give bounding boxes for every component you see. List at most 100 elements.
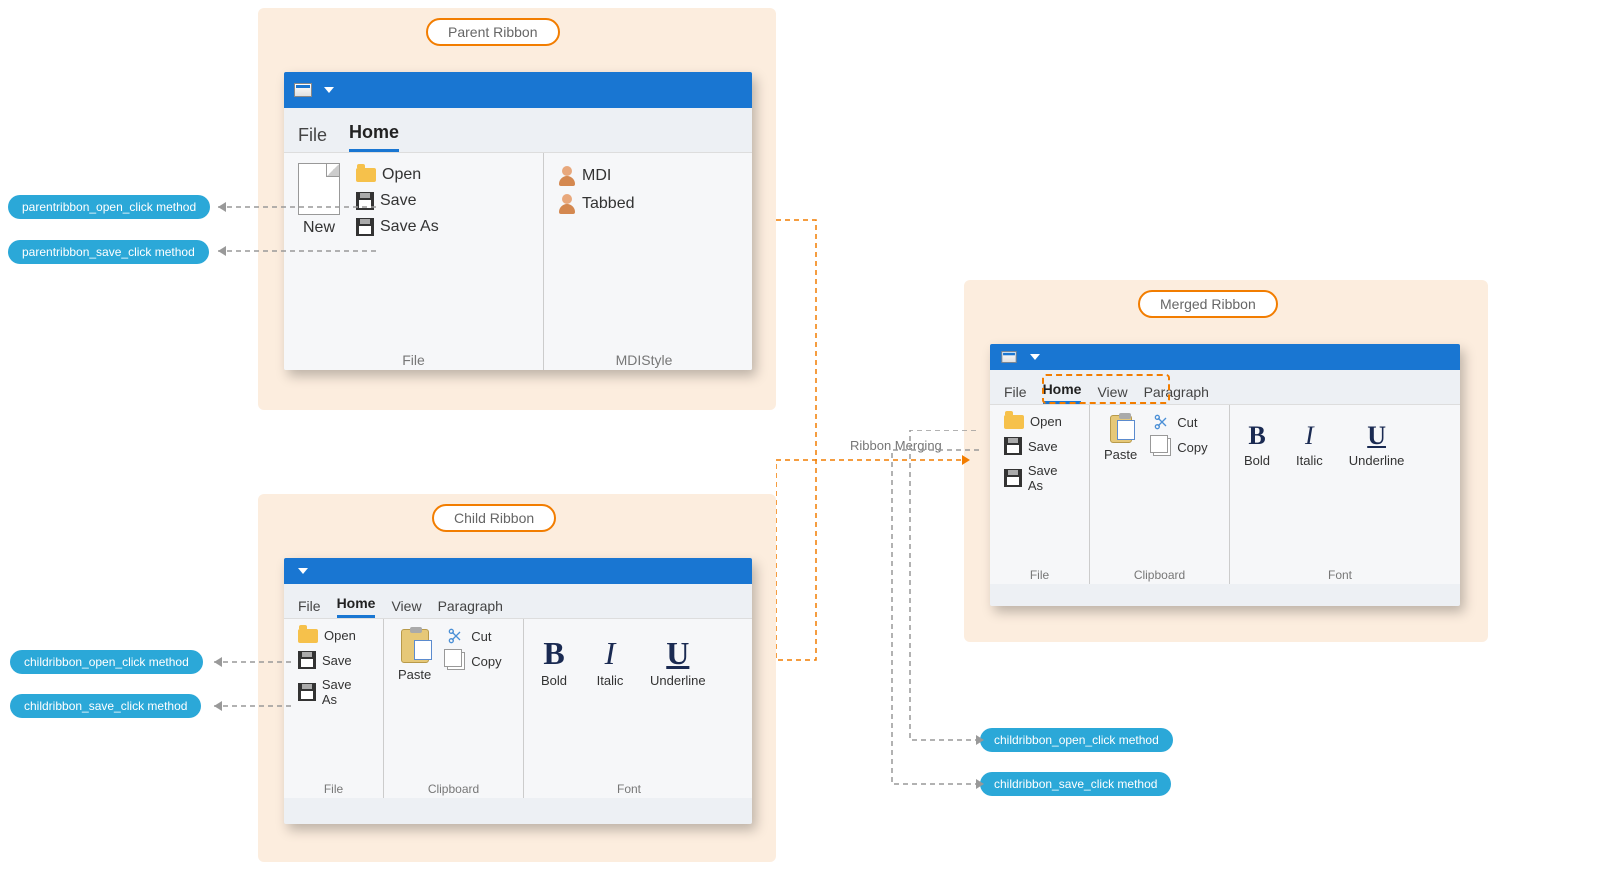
parent-save-button[interactable]: Save (352, 189, 443, 213)
parent-tab-file[interactable]: File (298, 125, 327, 152)
cut-label: Cut (1177, 415, 1197, 430)
child-ribbon-window: File Home View Paragraph Open Save (284, 558, 752, 824)
italic-label: Italic (597, 673, 624, 688)
saveas-label: Save As (380, 218, 439, 236)
italic-icon: I (594, 637, 626, 669)
floppy-icon (356, 192, 374, 210)
paste-button[interactable]: Paste (394, 625, 435, 686)
arrow-icon (214, 701, 222, 711)
mdi-label: MDI (582, 167, 611, 185)
floppy-icon (298, 683, 316, 701)
chevron-down-icon[interactable] (1030, 354, 1040, 360)
tabbed-button[interactable]: Tabbed (554, 191, 639, 217)
person-icon (558, 194, 576, 214)
merge-label: Ribbon Merging (850, 438, 942, 453)
underline-button[interactable]: U Underline (1345, 419, 1409, 472)
underline-label: Underline (1349, 453, 1405, 468)
parent-open-button[interactable]: Open (352, 163, 443, 187)
merged-group-file: Open Save Save As File (990, 405, 1090, 584)
parent-titlebar (284, 72, 752, 108)
underline-label: Underline (650, 673, 706, 688)
child-open-method: childribbon_open_click method (10, 650, 203, 674)
group-label-font: Font (534, 778, 724, 796)
tabbed-label: Tabbed (582, 195, 635, 213)
arrow-icon (976, 779, 984, 789)
person-icon (558, 166, 576, 186)
child-save-method: childribbon_save_click method (10, 694, 201, 718)
cut-button[interactable]: Cut (443, 625, 505, 647)
merged-save-button[interactable]: Save (1000, 434, 1079, 458)
bold-button[interactable]: B Bold (1240, 419, 1274, 472)
parent-saveas-button[interactable]: Save As (352, 215, 443, 239)
child-open-button[interactable]: Open (294, 625, 373, 646)
merged-titlebar (990, 344, 1460, 370)
paste-label: Paste (398, 667, 431, 682)
parent-group-mdistyle: MDI Tabbed MDIStyle (544, 153, 744, 370)
paste-icon (401, 629, 429, 663)
parent-open-method: parentribbon_open_click method (8, 195, 210, 219)
mdi-button[interactable]: MDI (554, 163, 639, 189)
underline-icon: U (662, 637, 694, 669)
floppy-icon (1004, 437, 1022, 455)
cut-button[interactable]: Cut (1149, 411, 1211, 433)
merged-tabs-highlight (1042, 374, 1170, 404)
child-tab-view[interactable]: View (391, 598, 421, 618)
bold-icon: B (1244, 423, 1270, 449)
group-label-file: File (294, 778, 373, 796)
app-icon (294, 83, 312, 97)
open-label: Open (1030, 414, 1062, 429)
merged-open-button[interactable]: Open (1000, 411, 1079, 432)
copy-button[interactable]: Copy (443, 649, 505, 673)
save-label: Save (380, 192, 416, 210)
arrow-icon (218, 246, 226, 256)
parent-save-method: parentribbon_save_click method (8, 240, 209, 264)
underline-icon: U (1364, 423, 1390, 449)
child-tab-row: File Home View Paragraph (284, 584, 752, 618)
parent-tab-home[interactable]: Home (349, 122, 399, 152)
folder-icon (356, 168, 376, 182)
merged-group-font: B Bold I Italic U Underline Font (1230, 405, 1450, 584)
child-group-file: Open Save Save As File (284, 619, 384, 798)
new-button[interactable]: New (294, 159, 344, 241)
merged-saveas-button[interactable]: Save As (1000, 460, 1079, 496)
new-label: New (303, 219, 335, 237)
copy-icon (447, 652, 465, 670)
folder-icon (1004, 415, 1024, 429)
child-group-font: B Bold I Italic U Underline Font (524, 619, 734, 798)
merged-tab-file[interactable]: File (1004, 384, 1027, 404)
italic-button[interactable]: I Italic (590, 633, 630, 692)
bold-label: Bold (1244, 453, 1270, 468)
open-label: Open (382, 166, 421, 184)
child-tab-home[interactable]: Home (337, 595, 376, 618)
child-tab-file[interactable]: File (298, 598, 321, 618)
copy-label: Copy (471, 654, 501, 669)
child-tab-paragraph[interactable]: Paragraph (438, 598, 503, 618)
saveas-label: Save As (1028, 463, 1075, 493)
group-label-clipboard: Clipboard (394, 778, 513, 796)
floppy-icon (298, 651, 316, 669)
merged-save-method: childribbon_save_click method (980, 772, 1171, 796)
scissors-icon (447, 628, 465, 644)
app-icon (1001, 351, 1016, 363)
italic-button[interactable]: I Italic (1292, 419, 1327, 472)
child-save-button[interactable]: Save (294, 648, 373, 672)
saveas-label: Save As (322, 677, 369, 707)
merged-title: Merged Ribbon (1138, 290, 1278, 318)
chevron-down-icon[interactable] (324, 87, 334, 93)
chevron-down-icon[interactable] (298, 568, 308, 574)
group-label-font: Font (1240, 564, 1440, 582)
new-file-icon (298, 163, 340, 215)
paste-button[interactable]: Paste (1100, 411, 1141, 466)
paste-label: Paste (1104, 447, 1137, 462)
child-group-clipboard: Paste Cut Copy (384, 619, 524, 798)
bold-button[interactable]: B Bold (534, 633, 574, 692)
italic-icon: I (1296, 423, 1322, 449)
merged-ribbon-body: Open Save Save As File (990, 404, 1460, 584)
underline-button[interactable]: U Underline (646, 633, 710, 692)
arrow-icon (962, 455, 970, 465)
child-title: Child Ribbon (432, 504, 556, 532)
copy-button[interactable]: Copy (1149, 435, 1211, 459)
paste-icon (1110, 415, 1132, 443)
child-saveas-button[interactable]: Save As (294, 674, 373, 710)
floppy-icon (1004, 469, 1022, 487)
